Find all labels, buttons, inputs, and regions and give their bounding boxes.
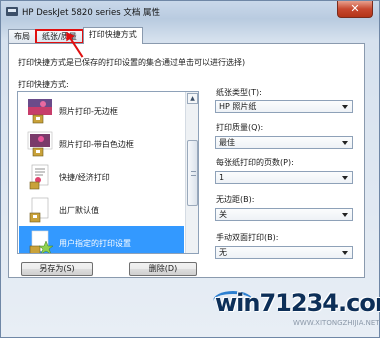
- printer-icon: [6, 7, 18, 16]
- scroll-up-button[interactable]: ▲: [187, 93, 198, 104]
- list-scrollbar[interactable]: ▲: [185, 92, 198, 253]
- close-button[interactable]: ✕: [337, 1, 373, 18]
- shortcut-label: 用户指定的打印设置: [59, 239, 131, 248]
- tab-panel: 打印快捷方式是已保存的打印设置的集合通过单击可以进行选择) 打印快捷方式: 照片…: [8, 43, 365, 278]
- pages-per-sheet-label: 每张纸打印的页数(P):: [216, 158, 294, 167]
- chevron-down-icon: [342, 105, 348, 109]
- paper-type-select[interactable]: HP 照片纸: [215, 100, 353, 113]
- factory-default-icon: [29, 197, 49, 223]
- borderless-value: 关: [219, 210, 227, 219]
- watermark-text: win71234.com: [215, 289, 380, 317]
- scroll-thumb[interactable]: [187, 140, 198, 206]
- print-quality-value: 最佳: [219, 138, 235, 147]
- manual-duplex-label: 手动双面打印(B):: [216, 233, 279, 242]
- watermark-subtext: WWW.XITONGZHIJIA.NET: [293, 319, 380, 327]
- list-item[interactable]: 照片打印-无边框: [19, 94, 184, 127]
- list-item[interactable]: 照片打印-带白色边框: [19, 127, 184, 160]
- manual-duplex-value: 无: [219, 248, 227, 257]
- list-item[interactable]: 出厂默认值: [19, 193, 184, 226]
- manual-duplex-select[interactable]: 无: [215, 246, 353, 259]
- shortcuts-description: 打印快捷方式是已保存的打印设置的集合通过单击可以进行选择): [18, 58, 246, 67]
- chevron-down-icon: [342, 176, 348, 180]
- borderless-select[interactable]: 关: [215, 208, 353, 221]
- save-as-button[interactable]: 另存为(S): [21, 262, 93, 276]
- paper-type-value: HP 照片纸: [219, 102, 257, 111]
- shortcut-label: 照片打印-带白色边框: [59, 140, 134, 149]
- tab-strip: 布局 纸张/质量 打印快捷方式: [8, 27, 143, 44]
- print-quality-select[interactable]: 最佳: [215, 136, 353, 149]
- shortcut-label: 照片打印-无边框: [59, 107, 118, 116]
- shortcut-label: 快捷/经济打印: [59, 173, 110, 182]
- tab-layout[interactable]: 布局: [8, 29, 36, 44]
- shortcuts-list[interactable]: 照片打印-无边框 照片打印-带白色边框 快捷/经济打印 出厂默认值 用户指定的打…: [17, 91, 199, 254]
- chevron-down-icon: [342, 141, 348, 145]
- pages-per-sheet-value: 1: [219, 173, 225, 182]
- chevron-down-icon: [342, 213, 348, 217]
- print-quality-label: 打印质量(Q):: [216, 123, 264, 132]
- window-title: HP DeskJet 5820 series 文档 属性: [22, 8, 161, 18]
- shortcut-label: 出厂默认值: [59, 206, 99, 215]
- list-item-selected[interactable]: 用户指定的打印设置: [19, 226, 184, 253]
- delete-button[interactable]: 删除(D): [129, 262, 197, 276]
- paper-type-label: 纸张类型(T):: [216, 88, 262, 97]
- fast-economy-icon: [29, 164, 49, 190]
- user-settings-icon: [29, 230, 53, 253]
- list-item[interactable]: 快捷/经济打印: [19, 160, 184, 193]
- photo-white-border-icon: [27, 131, 53, 157]
- photo-borderless-icon: [28, 99, 52, 124]
- pages-per-sheet-select[interactable]: 1: [215, 171, 353, 184]
- printer-properties-window: HP DeskJet 5820 series 文档 属性 ✕ 布局 纸张/质量 …: [0, 0, 380, 338]
- chevron-down-icon: [342, 251, 348, 255]
- grip-icon: [191, 171, 196, 176]
- borderless-label: 无边距(B):: [216, 195, 255, 204]
- shortcuts-list-label: 打印快捷方式:: [18, 80, 69, 89]
- tab-print-shortcuts[interactable]: 打印快捷方式: [82, 27, 143, 44]
- title-bar: HP DeskJet 5820 series 文档 属性 ✕: [1, 1, 379, 23]
- tab-paper-quality[interactable]: 纸张/质量: [35, 29, 84, 44]
